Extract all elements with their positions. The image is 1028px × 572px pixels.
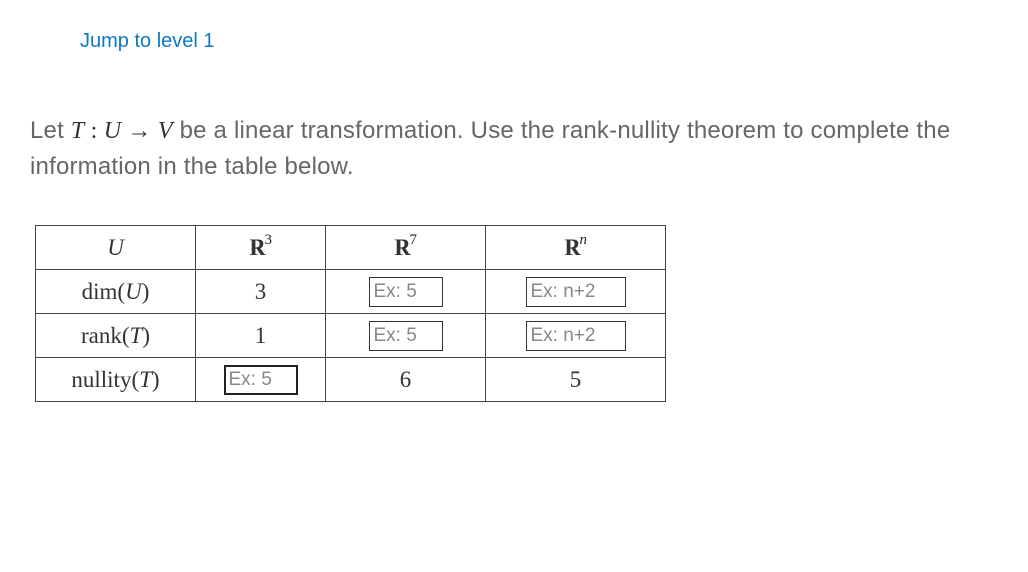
table-row-header: U R3 R7 Rn	[36, 226, 666, 270]
problem-statement: Let T : U → V be a linear transformation…	[30, 113, 998, 185]
real-symbol: R	[564, 235, 579, 261]
input-rank-r7[interactable]: Ex: 5	[369, 321, 443, 351]
arg-T: T	[139, 367, 152, 392]
label-dim: dim	[82, 279, 118, 304]
var-T: T	[71, 118, 85, 144]
colon: :	[84, 118, 103, 144]
input-dim-r7[interactable]: Ex: 5	[369, 277, 443, 307]
label-nullity: nullity	[71, 367, 131, 392]
exp-7: 7	[409, 232, 416, 248]
input-rank-rn[interactable]: Ex: n+2	[526, 321, 626, 351]
value-nullity-r7: 6	[400, 367, 412, 392]
value-nullity-rn: 5	[570, 367, 582, 392]
arg-T: T	[130, 323, 143, 348]
input-nullity-r3[interactable]: Ex: 5	[224, 365, 298, 395]
table-row-dim: dim(U) 3 Ex: 5 Ex: n+2	[36, 270, 666, 314]
rank-nullity-table: U R3 R7 Rn dim(U) 3 Ex: 5 Ex: n+2 rank(T…	[35, 225, 666, 402]
exp-3: 3	[264, 232, 271, 248]
value-dim-r3: 3	[255, 279, 267, 304]
real-symbol: R	[249, 235, 264, 261]
real-symbol: R	[394, 235, 409, 261]
value-rank-r3: 1	[255, 323, 267, 348]
var-U: U	[104, 118, 122, 144]
header-U: U	[107, 235, 124, 260]
jump-to-level-link[interactable]: Jump to level 1	[80, 30, 998, 53]
var-V: V	[158, 118, 173, 144]
table-row-nullity: nullity(T) Ex: 5 6 5	[36, 358, 666, 402]
table-row-rank: rank(T) 1 Ex: 5 Ex: n+2	[36, 314, 666, 358]
text-prefix: Let	[30, 117, 71, 144]
exp-n: n	[579, 232, 586, 248]
arrow-icon: →	[121, 118, 158, 144]
label-rank: rank	[81, 323, 122, 348]
arg-U: U	[125, 279, 142, 304]
input-dim-rn[interactable]: Ex: n+2	[526, 277, 626, 307]
